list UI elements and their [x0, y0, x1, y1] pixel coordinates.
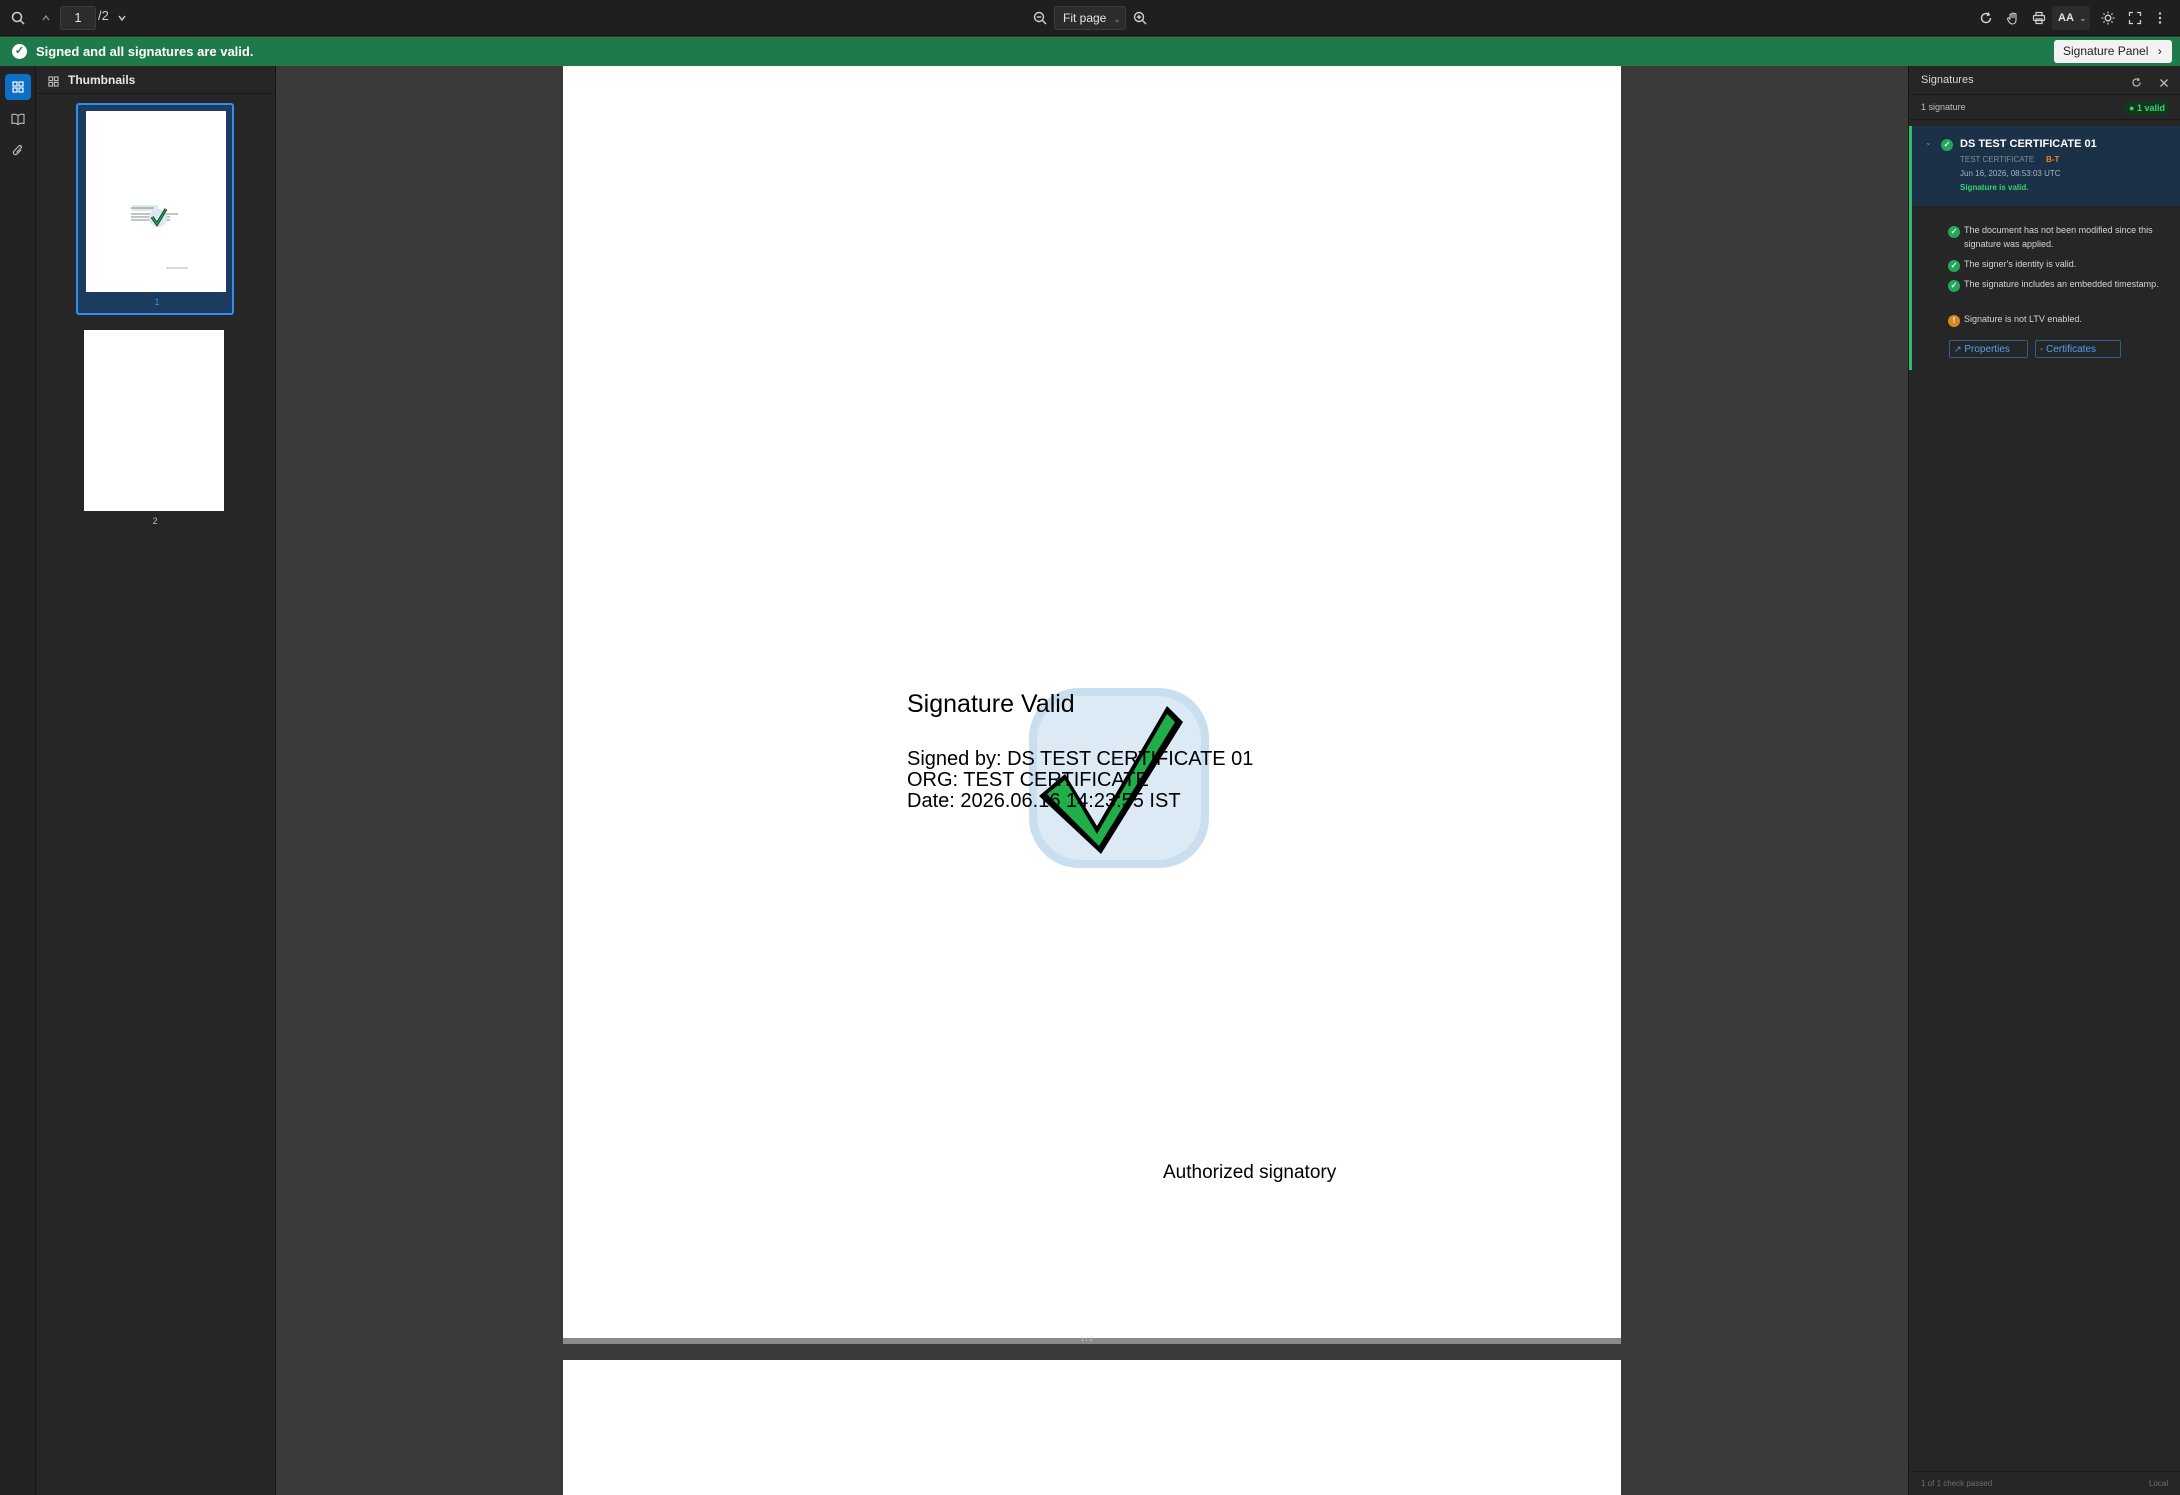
- properties-label: Properties: [1964, 344, 2010, 355]
- zoom-value: Fit page: [1063, 11, 1107, 25]
- thumbnail-page-2[interactable]: 2: [76, 324, 234, 536]
- signatures-summary: 1 signature ● 1 valid: [1909, 94, 2180, 120]
- panel-footer: 1 of 1 check passed Local: [1909, 1471, 2180, 1495]
- refresh-icon[interactable]: [1974, 6, 1998, 30]
- thumbnails-sidebar: Thumbnails 1 2: [36, 66, 276, 1495]
- signature-entry[interactable]: ⌄ ✓ DS TEST CERTIFICATE 01 TEST CERTIFIC…: [1909, 126, 2180, 206]
- refresh-icon[interactable]: [2131, 75, 2142, 93]
- check-item: The signature includes an embedded times…: [1964, 279, 2159, 289]
- top-toolbar: 1 /2 Fit page ⌄ AA ⌄: [0, 0, 2180, 36]
- checks-summary: 1 of 1 check passed: [1921, 1479, 1993, 1488]
- page-separator: 1 / 2: [563, 1337, 1621, 1344]
- signature-date: Jun 16, 2026, 08:53:03 UTC: [1960, 169, 2061, 178]
- text-size-label: AA: [2058, 12, 2074, 24]
- authorized-signatory: Authorized signatory: [1163, 1162, 1337, 1183]
- signed-by-line: Signed by: DS TEST CERTIFICATE 01: [907, 748, 1254, 770]
- page-indicator: 1 / 2: [1081, 1337, 1093, 1343]
- signature-status: Signature is valid.: [1960, 183, 2029, 192]
- thumbnails-header: Thumbnails: [36, 66, 276, 94]
- previous-page-icon[interactable]: [34, 6, 58, 30]
- thumbnails-title: Thumbnails: [68, 73, 136, 87]
- signatures-panel-title: Signatures: [1921, 74, 1974, 86]
- certificates-label: Certificates: [2045, 344, 2096, 355]
- chevron-right-icon: ›: [2157, 44, 2162, 58]
- signature-panel-label: Signature Panel: [2063, 44, 2149, 58]
- validation-mode: Local: [2149, 1479, 2169, 1488]
- chevron-down-icon: ⌄: [1113, 15, 1121, 24]
- theme-sun-icon[interactable]: [2096, 6, 2120, 30]
- attachment-paperclip-icon[interactable]: [5, 138, 31, 164]
- certificate-org: TEST CERTIFICATE: [1960, 155, 2035, 164]
- page-total: /2: [98, 8, 109, 23]
- certificate-name: DS TEST CERTIFICATE 01: [1960, 138, 2097, 150]
- outline-book-icon[interactable]: [5, 106, 31, 132]
- signature-status-banner: ✓ Signed and all signatures are valid. S…: [0, 37, 2180, 66]
- collapse-chevron-icon[interactable]: ⌄: [1925, 138, 1932, 147]
- signatures-panel: Signatures 1 signature ● 1 valid ⌄ ✓ DS …: [1908, 66, 2180, 1495]
- check-shield-icon: ✓: [12, 44, 27, 59]
- check-item: The document has not been modified since…: [1964, 225, 2153, 249]
- thumbnail-image: [86, 111, 226, 292]
- signature-level-badge: B-T: [2046, 155, 2060, 164]
- search-icon[interactable]: [6, 6, 30, 30]
- print-icon[interactable]: [2027, 6, 2051, 30]
- more-menu-icon[interactable]: [2148, 6, 2172, 30]
- valid-count-badge: ● 1 valid: [2125, 101, 2169, 115]
- chevron-down-icon: ⌄: [2079, 14, 2087, 23]
- next-page-icon[interactable]: [110, 6, 134, 30]
- document-page-1: Signature Valid Signed by: DS TEST CERTI…: [563, 66, 1621, 1338]
- org-line: ORG: TEST CERTIFICATE: [907, 769, 1149, 791]
- valid-check-icon: ✓: [1941, 139, 1953, 151]
- warning-icon: !: [1948, 315, 1960, 327]
- zoom-select[interactable]: Fit page ⌄: [1054, 6, 1126, 30]
- left-rail: [0, 66, 36, 1495]
- check-ok-icon: ✓: [1948, 280, 1960, 292]
- thumbnail-page-1[interactable]: 1: [76, 103, 234, 315]
- signatures-panel-header: Signatures: [1909, 66, 2180, 94]
- hand-tool-icon[interactable]: [2001, 6, 2025, 30]
- signature-panel-button[interactable]: Signature Panel ›: [2054, 40, 2172, 63]
- properties-button[interactable]: ↗ Properties: [1949, 340, 2028, 358]
- close-icon[interactable]: [2159, 75, 2169, 93]
- date-line: Date: 2026.06.16 14:23:55 IST: [907, 790, 1181, 812]
- certificates-button[interactable]: ◦ Certificates: [2035, 340, 2121, 358]
- thumbnails-grid-icon[interactable]: [5, 74, 31, 100]
- document-page-2: [563, 1360, 1621, 1495]
- thumbnail-image: [84, 330, 224, 511]
- check-ok-icon: ✓: [1948, 260, 1960, 272]
- text-size-button[interactable]: AA ⌄: [2052, 6, 2090, 30]
- valid-count-label: 1 valid: [2136, 103, 2165, 113]
- check-item: The signer's identity is valid.: [1964, 259, 2077, 269]
- zoom-out-icon[interactable]: [1028, 6, 1052, 30]
- check-ok-icon: ✓: [1948, 226, 1960, 238]
- zoom-in-icon[interactable]: [1128, 6, 1152, 30]
- check-item: Signature is not LTV enabled.: [1964, 314, 2082, 324]
- page-number-input[interactable]: 1: [60, 6, 96, 30]
- thumbnails-grid-icon: [48, 74, 59, 92]
- thumbnail-label: 1: [154, 297, 160, 307]
- fullscreen-icon[interactable]: [2123, 6, 2147, 30]
- thumbnail-label: 2: [152, 516, 158, 526]
- external-link-icon: ↗: [1954, 344, 1962, 354]
- document-viewer[interactable]: Signature Valid Signed by: DS TEST CERTI…: [276, 66, 1908, 1495]
- certificate-lock-icon: ◦: [2040, 344, 2044, 354]
- signature-title: Signature Valid: [907, 690, 1075, 718]
- banner-message: Signed and all signatures are valid.: [36, 44, 254, 59]
- signature-count: 1 signature: [1921, 102, 1966, 112]
